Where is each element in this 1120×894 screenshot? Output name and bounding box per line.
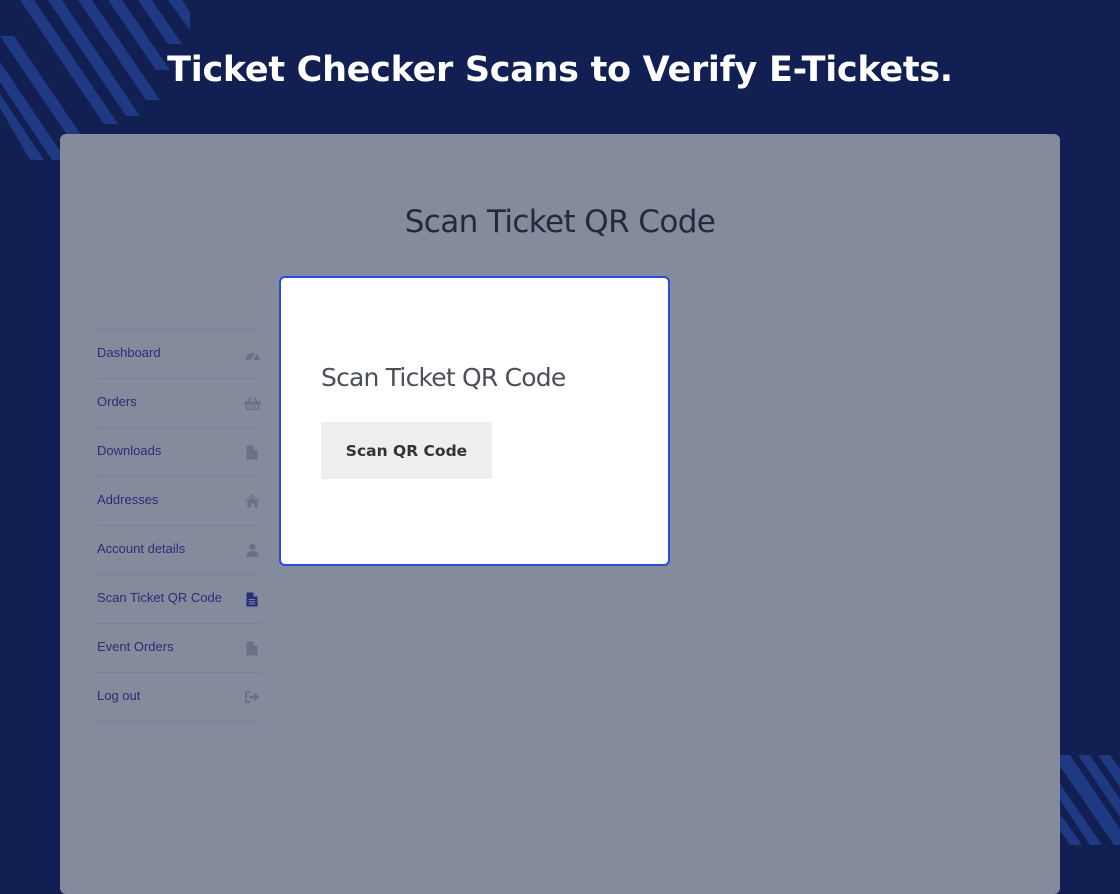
nav-item-log-out[interactable]: Log out (97, 673, 261, 722)
decorative-stripes-bottom-right (1058, 755, 1120, 845)
nav-item-label: Log out (97, 688, 141, 703)
scan-qr-code-button[interactable]: Scan QR Code (321, 422, 492, 479)
nav-item-account-details[interactable]: Account details (97, 526, 261, 575)
file-icon (243, 444, 261, 460)
nav-item-scan-ticket-qr-code[interactable]: Scan Ticket QR Code (97, 575, 261, 624)
scan-modal: Scan Ticket QR Code Scan QR Code (279, 276, 670, 566)
nav-item-label: Orders (97, 394, 137, 409)
file-icon (243, 640, 261, 656)
nav-item-label: Event Orders (97, 639, 174, 654)
nav-item-downloads[interactable]: Downloads (97, 428, 261, 477)
nav-item-addresses[interactable]: Addresses (97, 477, 261, 526)
home-icon (243, 493, 261, 509)
nav-item-orders[interactable]: Orders (97, 379, 261, 428)
dashboard-icon (243, 346, 261, 362)
page-title: Scan Ticket QR Code (404, 204, 716, 240)
headline: Ticket Checker Scans to Verify E-Tickets… (167, 50, 953, 90)
modal-title: Scan Ticket QR Code (321, 363, 566, 392)
sign-out-icon (243, 689, 261, 705)
nav-item-label: Scan Ticket QR Code (97, 590, 222, 605)
nav-item-label: Dashboard (97, 345, 161, 360)
nav-item-label: Downloads (97, 443, 162, 458)
user-icon (243, 542, 261, 558)
nav-item-label: Addresses (97, 492, 159, 507)
nav-item-label: Account details (97, 541, 186, 556)
nav-item-dashboard[interactable]: Dashboard (97, 330, 261, 379)
nav-item-event-orders[interactable]: Event Orders (97, 624, 261, 673)
account-navigation: Dashboard Orders Downloads Addresses Acc… (97, 329, 261, 722)
basket-icon (243, 395, 261, 411)
file-text-icon (243, 591, 261, 607)
